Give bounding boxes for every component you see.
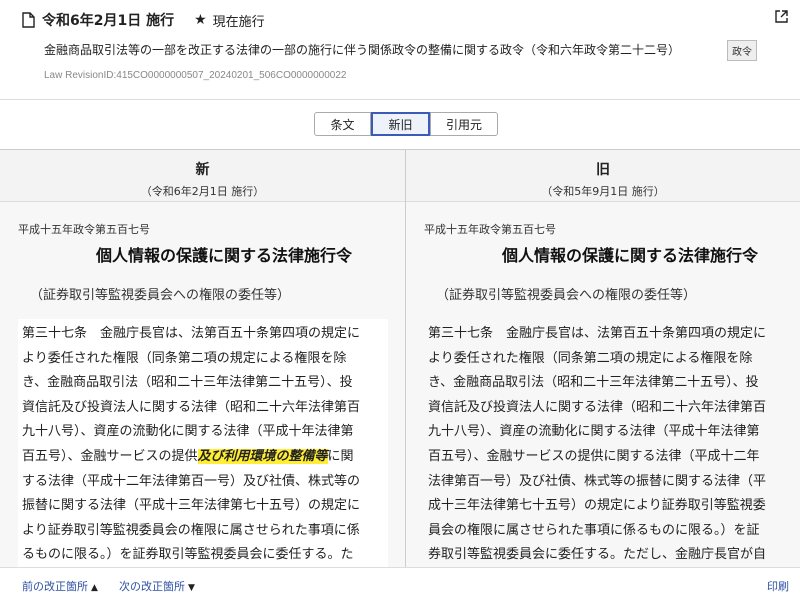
article-line-changed: 百五号）、金融サービスの提供及び利用環境の整備等に関 bbox=[22, 445, 384, 470]
law-name: 個人情報の保護に関する法律施行令 bbox=[502, 246, 759, 265]
article-caption: （証券取引等監視委員会への権限の委任等） bbox=[436, 288, 697, 303]
article-line: るものに限る。）を証券取引等監視委員会に委任する。た bbox=[22, 547, 354, 563]
article-line: 九十八号）、資産の流動化に関する法律（平成十年法律第 bbox=[22, 424, 354, 440]
footer-bar: 前の改正箇所 ▲ 次の改正箇所 ▼ 印刷 bbox=[0, 567, 800, 599]
law-type-badge: 政令 bbox=[727, 40, 757, 61]
article-line: より証券取引等監視委員会の権限に属させられた事項に係 bbox=[22, 522, 360, 538]
law-number: 平成十五年政令第五百七号 bbox=[424, 223, 556, 236]
view-tabs: 条文 新旧 引用元 bbox=[314, 112, 498, 136]
revision-id: Law RevisionID:415CO0000000507_20240201_… bbox=[44, 70, 347, 81]
article-line: 法律第百一号）及び社債、株式等の振替に関する法律（平 bbox=[428, 473, 767, 489]
new-text-pane: 平成十五年政令第五百七号 個人情報の保護に関する法律施行令 （証券取引等監視委員… bbox=[0, 202, 405, 567]
prev-amendment-link[interactable]: 前の改正箇所 ▲ bbox=[22, 578, 98, 594]
header-title-row: 令和6年2月1日 施行 ★ 現在施行 bbox=[22, 10, 265, 30]
current-enforcement-label: 現在施行 bbox=[212, 14, 265, 30]
article-line: より委任された権限（同条第二項の規定による権限を除 bbox=[22, 350, 347, 366]
triangle-down-icon: ▼ bbox=[188, 583, 195, 593]
old-column-header: 旧 （令和5年9月1日 施行） bbox=[406, 150, 800, 202]
new-column-header: 新 （令和6年2月1日 施行） bbox=[0, 150, 405, 202]
article-line: より委任された権限（同条第二項の規定による権限を除 bbox=[428, 350, 753, 366]
tab-new-old[interactable]: 新旧 bbox=[371, 112, 430, 136]
article-line: 第三十七条 金融庁長官は、法第百五十条第四項の規定に bbox=[22, 326, 361, 341]
old-column-label: 旧 bbox=[596, 162, 610, 178]
article-line-text: 百五号）、金融サービスの提供 bbox=[22, 448, 198, 464]
old-column-date: （令和5年9月1日 施行） bbox=[541, 185, 665, 198]
tab-citation-source[interactable]: 引用元 bbox=[430, 112, 498, 136]
article-caption: （証券取引等監視委員会への権限の委任等） bbox=[30, 288, 291, 303]
law-name: 個人情報の保護に関する法律施行令 bbox=[96, 246, 353, 265]
article-line: 振替に関する法律（平成十三年法律第七十五号）の規定に bbox=[22, 498, 361, 514]
enforcement-date-title: 令和6年2月1日 施行 bbox=[42, 13, 175, 29]
tab-article[interactable]: 条文 bbox=[314, 112, 371, 136]
print-link[interactable]: 印刷 bbox=[767, 578, 789, 594]
prev-amendment-label: 前の改正箇所 bbox=[22, 580, 88, 593]
new-column-label: 新 bbox=[195, 162, 210, 178]
star-icon: ★ bbox=[194, 12, 207, 28]
article-line: 資信託及び投資法人に関する法律（昭和二十六年法律第百 bbox=[22, 399, 361, 415]
external-link-icon[interactable] bbox=[775, 8, 788, 23]
old-text-pane: 平成十五年政令第五百七号 個人情報の保護に関する法律施行令 （証券取引等監視委員… bbox=[406, 202, 800, 567]
article-line-text: に関 bbox=[327, 448, 354, 464]
article-text: 第三十七条 金融庁長官は、法第百五十条第四項の規定に より委任された権限（同条第… bbox=[424, 319, 799, 567]
article-line: 資信託及び投資法人に関する法律（昭和二十六年法律第百 bbox=[428, 399, 767, 415]
article-line: 成十三年法律第七十五号）の規定により証券取引等監視委 bbox=[428, 498, 766, 514]
article-line: 員会の権限に属させられた事項に係るものに限る。）を証 bbox=[428, 522, 760, 538]
triangle-up-icon: ▲ bbox=[91, 583, 98, 593]
new-column-date: （令和6年2月1日 施行） bbox=[140, 185, 265, 198]
article-line: き、金融商品取引法（昭和二十三年法律第二十五号）、投 bbox=[22, 375, 353, 391]
article-text: 第三十七条 金融庁長官は、法第百五十条第四項の規定に より委任された権限（同条第… bbox=[18, 319, 388, 567]
article-line: 百五号）、金融サービスの提供に関する法律（平成十二年 bbox=[428, 448, 760, 464]
article-line: 券取引等監視委員会に委任する。ただし、金融庁長官が自 bbox=[428, 547, 767, 563]
law-header: 令和6年2月1日 施行 ★ 現在施行 金融商品取引法等の一部を改正する法律の一部… bbox=[0, 0, 800, 100]
article-line: 第三十七条 金融庁長官は、法第百五十条第四項の規定に bbox=[428, 326, 767, 341]
law-full-title: 金融商品取引法等の一部を改正する法律の一部の施行に伴う関係政令の整備に関する政令… bbox=[44, 43, 681, 57]
article-line: 九十八号）、資産の流動化に関する法律（平成十年法律第 bbox=[428, 424, 760, 440]
document-icon bbox=[22, 12, 35, 28]
law-number: 平成十五年政令第五百七号 bbox=[18, 223, 150, 236]
article-line: き、金融商品取引法（昭和二十三年法律第二十五号）、投 bbox=[428, 375, 759, 391]
next-amendment-link[interactable]: 次の改正箇所 ▼ bbox=[119, 578, 195, 594]
article-line: する法律（平成十二年法律第百一号）及び社債、株式等の bbox=[22, 473, 361, 489]
view-tabs-bar: 条文 新旧 引用元 bbox=[0, 100, 800, 150]
next-amendment-label: 次の改正箇所 bbox=[119, 580, 185, 593]
amendment-highlight: 及び利用環境の整備等 bbox=[197, 448, 328, 464]
